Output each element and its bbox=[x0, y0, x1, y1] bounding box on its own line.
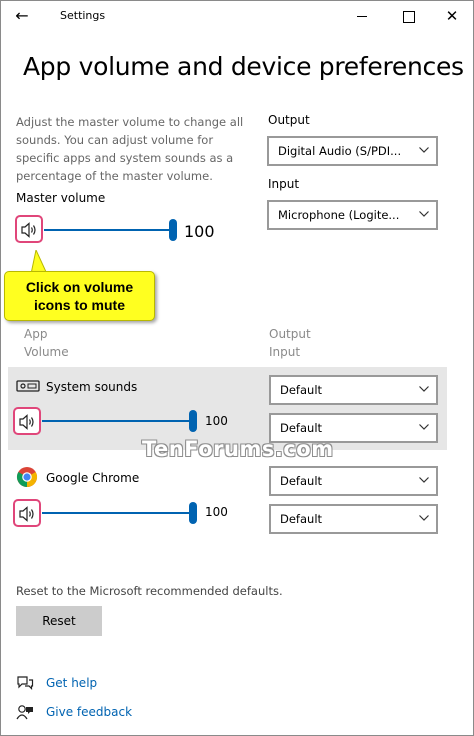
system-sounds-input-value: Default bbox=[280, 421, 323, 435]
system-sounds-volume-track[interactable] bbox=[42, 420, 193, 422]
master-volume-thumb[interactable] bbox=[169, 219, 177, 241]
master-volume-track[interactable] bbox=[44, 229, 173, 231]
chevron-down-icon bbox=[419, 424, 429, 433]
system-sounds-mute-icon[interactable] bbox=[13, 407, 41, 435]
input-label: Input bbox=[268, 177, 300, 191]
page-title: App volume and device preferences bbox=[23, 52, 464, 81]
master-volume-value: 100 bbox=[184, 222, 215, 241]
chevron-down-icon bbox=[419, 386, 429, 395]
column-header-output: Output bbox=[269, 327, 311, 341]
chevron-down-icon bbox=[419, 515, 429, 524]
column-header-input: Input bbox=[269, 345, 301, 359]
window-title: Settings bbox=[60, 9, 106, 22]
master-volume-label: Master volume bbox=[16, 191, 106, 205]
get-help-link[interactable]: Get help bbox=[46, 676, 97, 690]
input-device-dropdown[interactable]: Microphone (Logite... bbox=[267, 200, 438, 230]
maximize-icon[interactable] bbox=[398, 6, 418, 26]
input-device-value: Microphone (Logite... bbox=[278, 208, 400, 222]
mute-hint-callout: Click on volume icons to mute bbox=[4, 271, 155, 321]
output-label: Output bbox=[268, 113, 310, 127]
chevron-down-icon bbox=[419, 211, 429, 220]
give-feedback-link[interactable]: Give feedback bbox=[46, 705, 132, 719]
callout-line-2: icons to mute bbox=[33, 297, 125, 313]
back-arrow-icon[interactable]: ← bbox=[10, 5, 34, 27]
google-chrome-output-dropdown[interactable]: Default bbox=[269, 466, 438, 496]
output-device-value: Digital Audio (S/PDI... bbox=[278, 144, 402, 158]
system-sounds-volume-thumb[interactable] bbox=[189, 410, 197, 432]
system-sounds-volume-value: 100 bbox=[205, 414, 228, 428]
column-header-volume: Volume bbox=[24, 345, 69, 359]
reset-button[interactable]: Reset bbox=[16, 606, 102, 636]
system-sounds-speaker-icon bbox=[16, 380, 40, 392]
master-speaker-icon[interactable] bbox=[15, 215, 43, 243]
google-chrome-volume-value: 100 bbox=[205, 505, 228, 519]
column-header-app: App bbox=[24, 327, 48, 341]
get-help-icon bbox=[17, 676, 34, 690]
google-chrome-volume-track[interactable] bbox=[42, 512, 193, 514]
chevron-down-icon bbox=[419, 147, 429, 156]
output-device-dropdown[interactable]: Digital Audio (S/PDI... bbox=[267, 136, 438, 166]
minimize-icon[interactable] bbox=[352, 6, 372, 26]
google-chrome-mute-icon[interactable] bbox=[13, 499, 41, 527]
give-feedback-icon bbox=[16, 705, 33, 720]
watermark: TenForums.com bbox=[142, 437, 334, 461]
google-chrome-volume-thumb[interactable] bbox=[189, 502, 197, 524]
chevron-down-icon bbox=[419, 477, 429, 486]
title-bar: ← Settings ✕ bbox=[0, 0, 474, 32]
callout-line-1: Click on volume bbox=[25, 279, 134, 295]
google-chrome-output-value: Default bbox=[280, 474, 323, 488]
close-icon[interactable]: ✕ bbox=[442, 6, 462, 26]
system-sounds-output-value: Default bbox=[280, 383, 323, 397]
app-name-system-sounds: System sounds bbox=[46, 380, 138, 394]
master-volume-description: Adjust the master volume to change all s… bbox=[16, 115, 244, 183]
google-chrome-input-value: Default bbox=[280, 512, 323, 526]
system-sounds-output-dropdown[interactable]: Default bbox=[269, 375, 438, 405]
chrome-icon bbox=[17, 467, 37, 487]
google-chrome-input-dropdown[interactable]: Default bbox=[269, 504, 438, 534]
app-name-google-chrome: Google Chrome bbox=[46, 471, 140, 485]
reset-description: Reset to the Microsoft recommended defau… bbox=[16, 584, 283, 598]
